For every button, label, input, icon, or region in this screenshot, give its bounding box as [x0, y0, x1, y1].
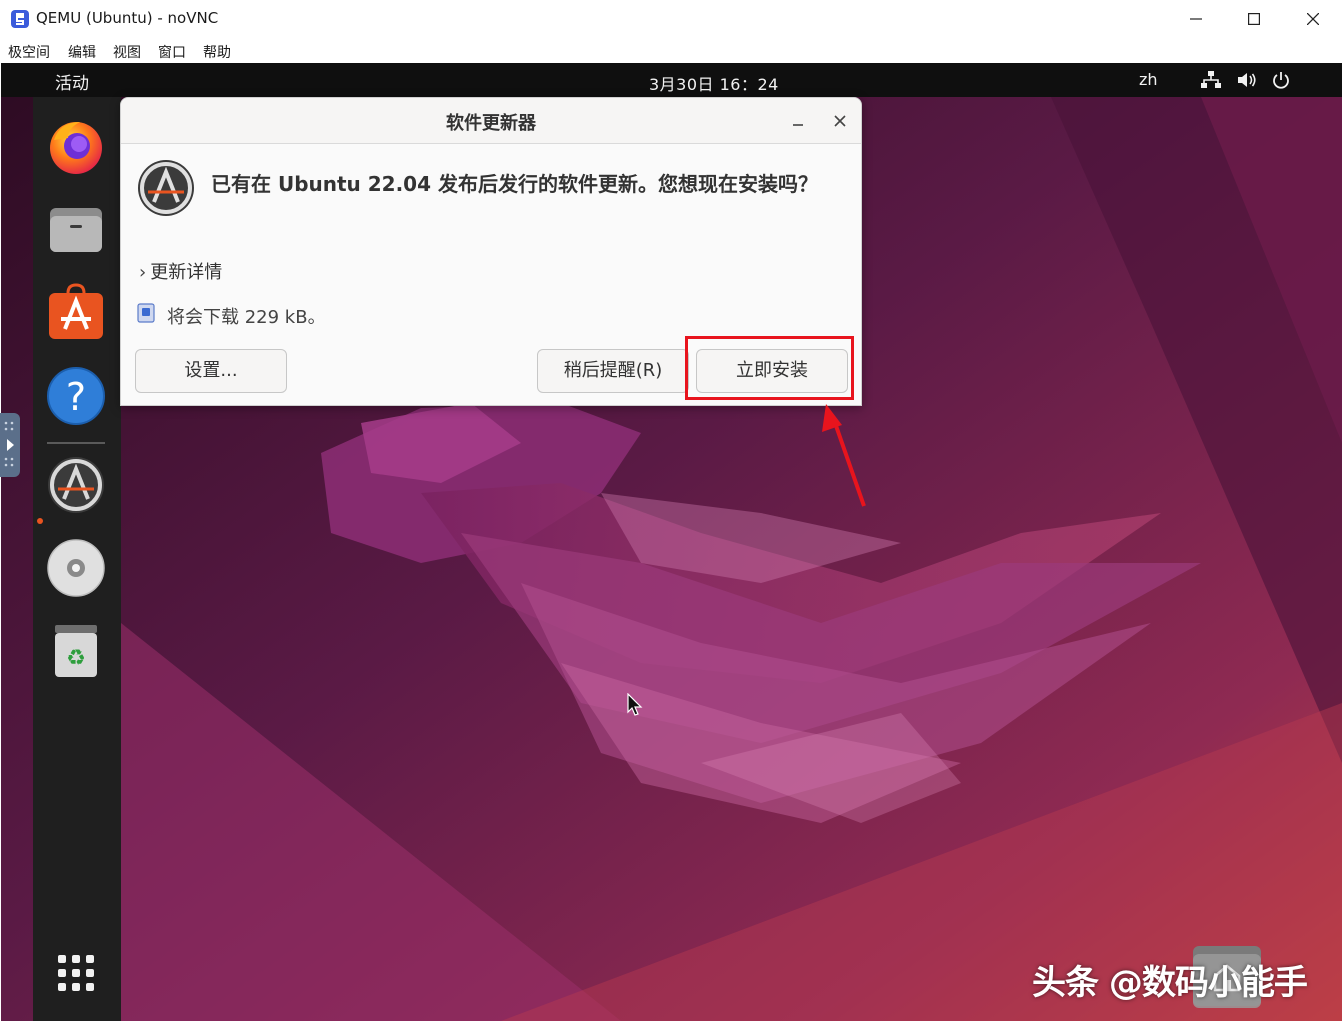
update-details-label: 更新详情 — [150, 262, 223, 283]
menu-help[interactable]: 帮助 — [203, 42, 231, 62]
remind-later-button[interactable]: 稍后提醒(R) — [537, 349, 689, 393]
menu-jikongjian[interactable]: 极空间 — [8, 42, 50, 62]
menu-window[interactable]: 窗口 — [158, 42, 186, 62]
dock-separator — [47, 442, 105, 444]
window-close-button[interactable] — [1290, 4, 1336, 34]
settings-button[interactable]: 设置... — [135, 349, 287, 393]
host-menubar: 极空间 编辑 视图 窗口 帮助 — [0, 38, 1344, 63]
clock[interactable]: 3月30日 16：24 — [649, 71, 779, 95]
window-maximize-button[interactable] — [1231, 4, 1277, 34]
gnome-topbar: 活动 3月30日 16：24 zh — [1, 63, 1342, 97]
firefox-icon[interactable] — [46, 116, 106, 176]
show-apps-icon[interactable] — [46, 943, 106, 1003]
update-details-expander[interactable]: › 更新详情 — [139, 258, 222, 284]
dialog-header: 软件更新器 — [121, 98, 861, 144]
activities-button[interactable]: 活动 — [55, 69, 89, 94]
mouse-cursor-icon — [627, 693, 643, 716]
svg-text:♻: ♻ — [66, 646, 86, 671]
install-button-highlight — [685, 336, 854, 400]
files-icon[interactable] — [46, 200, 106, 260]
dialog-message: 已有在 Ubuntu 22.04 发布后发行的软件更新。您想现在安装吗？ — [211, 172, 818, 196]
app-center-icon[interactable] — [46, 283, 106, 343]
window-titlebar: QEMU (Ubuntu) - noVNC — [0, 0, 1344, 38]
chevron-right-icon: › — [139, 262, 147, 283]
software-updater-icon — [138, 160, 194, 216]
window-title: QEMU (Ubuntu) - noVNC — [36, 9, 219, 27]
menu-edit[interactable]: 编辑 — [68, 42, 96, 62]
network-icon[interactable] — [1201, 71, 1221, 89]
volume-icon[interactable] — [1237, 71, 1257, 89]
novnc-control-bar-handle[interactable] — [0, 413, 20, 477]
dialog-minimize-button[interactable] — [787, 110, 809, 132]
dialog-close-button[interactable] — [829, 110, 851, 132]
trash-icon[interactable]: ♻ — [46, 621, 106, 681]
help-icon[interactable]: ? — [46, 366, 106, 426]
ubuntu-dock: ? ♻ — [33, 97, 121, 1021]
watermark-text: 头条 @数码小能手 — [1032, 963, 1308, 1003]
menu-view[interactable]: 视图 — [113, 42, 141, 62]
package-icon — [137, 303, 155, 323]
language-indicator[interactable]: zh — [1139, 70, 1158, 89]
svg-text:?: ? — [66, 375, 86, 419]
novnc-app-icon — [11, 10, 29, 28]
disc-icon[interactable] — [46, 538, 106, 598]
dialog-title: 软件更新器 — [446, 113, 536, 134]
download-size-text: 将会下载 229 kB。 — [167, 307, 326, 328]
power-icon[interactable] — [1272, 71, 1290, 89]
expand-arrow-icon — [4, 421, 14, 467]
running-indicator — [37, 518, 43, 524]
window-minimize-button[interactable] — [1173, 4, 1219, 34]
software-updater-icon[interactable] — [46, 455, 106, 515]
